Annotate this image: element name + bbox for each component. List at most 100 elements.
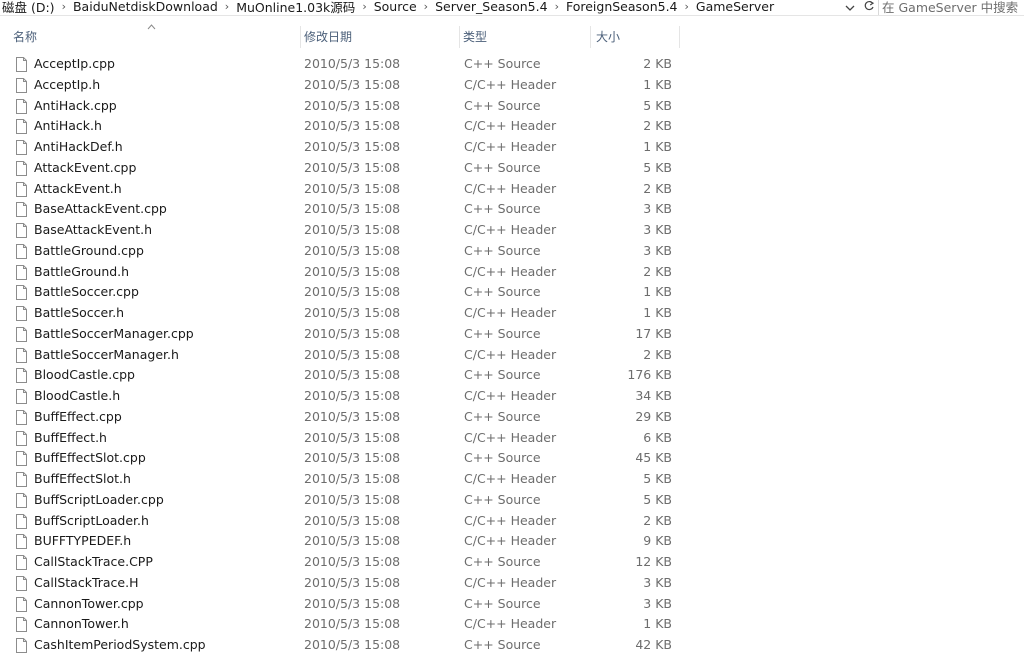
file-type: C++ Source	[464, 554, 541, 569]
file-row[interactable]: BuffScriptLoader.h 2010/5/3 15:08 C/C++ He…	[0, 511, 1024, 532]
file-row[interactable]: CannonTower.h 2010/5/3 15:08 C/C++ Header 1…	[0, 614, 1024, 635]
file-date: 2010/5/3 15:08	[304, 139, 401, 154]
file-icon	[15, 513, 28, 529]
file-type: C/C++ Header	[464, 471, 557, 486]
file-row[interactable]: BattleSoccer.cpp 2010/5/3 15:08 C++ Source…	[0, 282, 1024, 303]
file-row[interactable]: BattleGround.cpp 2010/5/3 15:08 C++ Source…	[0, 241, 1024, 262]
file-date: 2010/5/3 15:08	[304, 305, 401, 320]
file-date: 2010/5/3 15:08	[304, 201, 401, 217]
file-size: 1 KB	[643, 139, 672, 154]
file-icon	[15, 306, 28, 321]
sort-ascending-icon	[147, 18, 156, 33]
breadcrumb-item[interactable]: 磁盘 (D:)	[0, 0, 57, 16]
file-type: C++ Source	[464, 325, 541, 341]
file-row[interactable]: BloodCastle.h 2010/5/3 15:08 C/C++ Header 3…	[0, 386, 1024, 407]
file-icon	[15, 347, 28, 363]
file-row[interactable]: AttackEvent.cpp 2010/5/3 15:08 C++ Source 5…	[0, 158, 1024, 179]
breadcrumb-item[interactable]: ForeignSeason5.4	[564, 0, 680, 14]
file-size: 2 KB	[643, 263, 672, 279]
file-date: 2010/5/3 15:08	[304, 284, 401, 300]
file-row[interactable]: BuffEffectSlot.cpp 2010/5/3 15:08 C++ Sour…	[0, 448, 1024, 469]
address-history-button[interactable]	[842, 0, 858, 15]
file-row[interactable]: BuffScriptLoader.cpp 2010/5/3 15:08 C++ So…	[0, 490, 1024, 511]
file-icon	[15, 160, 28, 176]
file-name: BaseAttackEvent.h	[34, 222, 153, 237]
file-row[interactable]: BattleSoccer.h 2010/5/3 15:08 C/C++ Header…	[0, 303, 1024, 324]
file-size: 42 KB	[635, 637, 672, 652]
file-type: C++ Source	[464, 242, 541, 258]
file-row[interactable]: BattleSoccerManager.h 2010/5/3 15:08 C/C++…	[0, 345, 1024, 366]
breadcrumb-separator-icon[interactable]: ›	[357, 0, 371, 13]
file-row[interactable]: CashItemPeriodSystem.cpp 2010/5/3 15:08 C+…	[0, 635, 1024, 656]
file-name: BloodCastle.h	[34, 388, 121, 403]
file-name: AttackEvent.cpp	[34, 159, 137, 175]
file-row[interactable]: AcceptIp.cpp 2010/5/3 15:08 C++ Source 2 KB	[0, 54, 1024, 75]
file-row[interactable]: CannonTower.cpp 2010/5/3 15:08 C++ Source 3…	[0, 594, 1024, 615]
file-name: BuffScriptLoader.cpp	[34, 491, 164, 507]
file-date: 2010/5/3 15:08	[304, 222, 401, 237]
breadcrumb: 磁盘 (D:) › BaiduNetdiskDownload › MuOnline1.0…	[0, 0, 776, 16]
file-icon	[15, 409, 28, 425]
file-name: BattleSoccerManager.cpp	[34, 325, 194, 341]
breadcrumb-separator-icon[interactable]: ›	[419, 0, 433, 13]
file-row[interactable]: BuffEffect.cpp 2010/5/3 15:08 C++ Source 29…	[0, 407, 1024, 428]
column-header-date[interactable]: 修改日期	[302, 26, 460, 48]
file-size: 34 KB	[635, 388, 672, 403]
refresh-button[interactable]	[860, 0, 879, 15]
file-date: 2010/5/3 15:08	[304, 388, 401, 403]
file-name: BuffEffectSlot.cpp	[34, 450, 146, 466]
column-header-name[interactable]: 名称	[11, 26, 301, 48]
file-date: 2010/5/3 15:08	[304, 76, 401, 92]
file-row[interactable]: AcceptIp.h 2010/5/3 15:08 C/C++ Header 1 KB	[0, 75, 1024, 96]
file-row[interactable]: BaseAttackEvent.h 2010/5/3 15:08 C/C++ Hea…	[0, 220, 1024, 241]
file-date: 2010/5/3 15:08	[304, 97, 401, 113]
breadcrumb-item[interactable]: Server_Season5.4	[433, 0, 550, 14]
file-type: C++ Source	[464, 491, 541, 507]
file-row[interactable]: BUFFTYPEDEF.h 2010/5/3 15:08 C/C++ Header 9…	[0, 531, 1024, 552]
file-type: C/C++ Header	[464, 222, 557, 237]
file-name: BattleGround.h	[34, 263, 130, 279]
file-row[interactable]: AntiHack.h 2010/5/3 15:08 C/C++ Header 2 KB	[0, 116, 1024, 137]
file-size: 3 KB	[643, 574, 672, 590]
file-row[interactable]: BaseAttackEvent.cpp 2010/5/3 15:08 C++ Sou…	[0, 199, 1024, 220]
file-icon	[15, 119, 28, 135]
breadcrumb-item[interactable]: MuOnline1.03k源码	[234, 0, 357, 16]
file-row[interactable]: CallStackTrace.H 2010/5/3 15:08 C/C++ Head…	[0, 573, 1024, 594]
file-row[interactable]: BuffEffect.h 2010/5/3 15:08 C/C++ Header 6 …	[0, 428, 1024, 449]
file-row[interactable]: BattleGround.h 2010/5/3 15:08 C/C++ Header…	[0, 262, 1024, 283]
file-name: CallStackTrace.H	[34, 574, 139, 590]
column-header-size[interactable]: 大小	[594, 26, 680, 48]
file-size: 5 KB	[643, 159, 672, 175]
file-row[interactable]: CallStackTrace.CPP 2010/5/3 15:08 C++ Sour…	[0, 552, 1024, 573]
breadcrumb-separator-icon[interactable]: ›	[680, 0, 694, 13]
breadcrumb-item[interactable]: GameServer	[694, 0, 776, 14]
file-row[interactable]: BuffEffectSlot.h 2010/5/3 15:08 C/C++ Head…	[0, 469, 1024, 490]
file-row[interactable]: BloodCastle.cpp 2010/5/3 15:08 C++ Source 1…	[0, 365, 1024, 386]
file-date: 2010/5/3 15:08	[304, 533, 401, 549]
file-size: 2 KB	[643, 512, 672, 528]
breadcrumb-separator-icon[interactable]: ›	[220, 0, 234, 13]
file-date: 2010/5/3 15:08	[304, 574, 401, 590]
file-name: CannonTower.h	[34, 616, 129, 632]
file-type: C++ Source	[464, 97, 541, 113]
file-row[interactable]: AttackEvent.h 2010/5/3 15:08 C/C++ Header 2…	[0, 179, 1024, 200]
file-date: 2010/5/3 15:08	[304, 408, 401, 424]
file-date: 2010/5/3 15:08	[304, 159, 401, 175]
file-size: 5 KB	[643, 97, 672, 113]
search-input[interactable]: 在 GameServer 中搜索	[882, 0, 1024, 15]
column-header-type[interactable]: 类型	[461, 26, 591, 48]
file-name: AcceptIp.cpp	[34, 56, 115, 71]
address-bar[interactable]: 磁盘 (D:) › BaiduNetdiskDownload › MuOnline1.0…	[0, 0, 1024, 16]
breadcrumb-separator-icon[interactable]: ›	[57, 0, 71, 13]
file-type: C++ Source	[464, 637, 541, 652]
breadcrumb-item[interactable]: Source	[372, 0, 419, 14]
breadcrumb-separator-icon[interactable]: ›	[550, 0, 564, 13]
breadcrumb-item[interactable]: BaiduNetdiskDownload	[71, 0, 220, 14]
file-row[interactable]: AntiHackDef.h 2010/5/3 15:08 C/C++ Header 1…	[0, 137, 1024, 158]
file-row[interactable]: BattleSoccerManager.cpp 2010/5/3 15:08 C++…	[0, 324, 1024, 345]
file-name: BaseAttackEvent.cpp	[34, 201, 167, 217]
file-size: 3 KB	[643, 242, 672, 258]
file-size: 2 KB	[643, 180, 672, 196]
file-name: BattleSoccer.cpp	[34, 284, 139, 300]
file-row[interactable]: AntiHack.cpp 2010/5/3 15:08 C++ Source 5 KB	[0, 96, 1024, 117]
